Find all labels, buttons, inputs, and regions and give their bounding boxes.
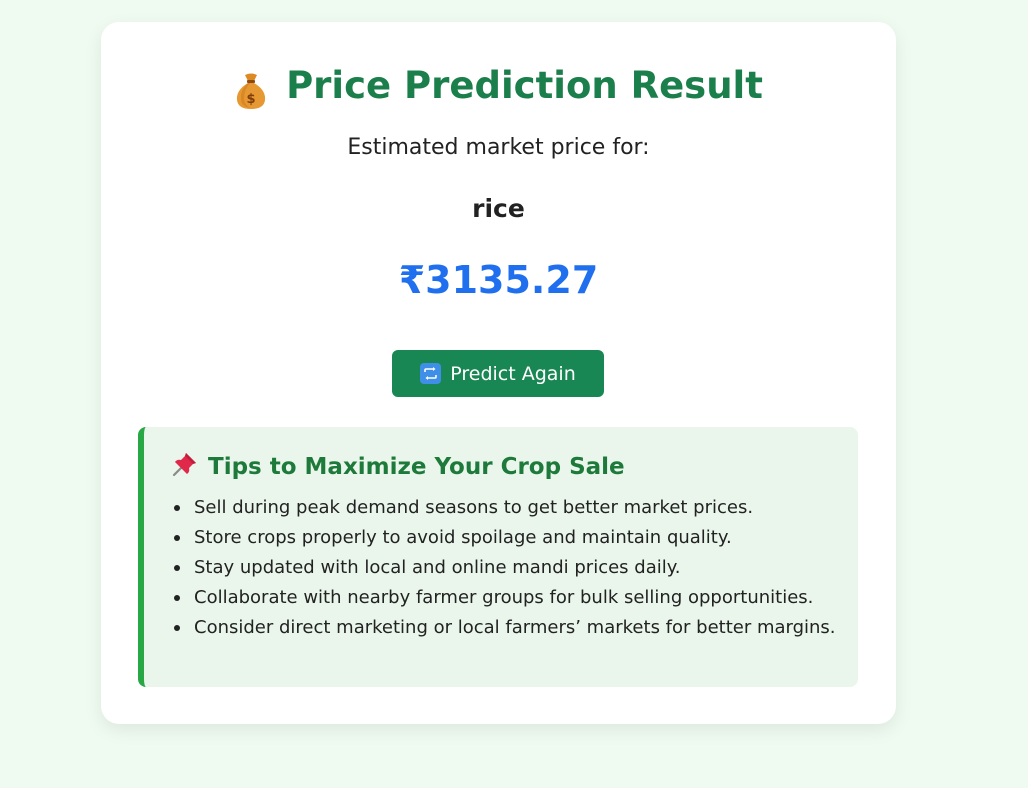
svg-text:$: $ [247,92,256,107]
tips-panel: Tips to Maximize Your Crop Sale Sell dur… [138,427,858,687]
estimate-label: Estimated market price for: [347,135,650,160]
predicted-price: ₹3135.27 [398,258,599,302]
repeat-arrows-icon [420,363,442,384]
tip-item: Store crops properly to avoid spoilage a… [172,523,836,553]
crop-name: rice [472,194,525,223]
tips-heading: Tips to Maximize Your Crop Sale [172,451,625,486]
tips-list: Sell during peak demand seasons to get b… [172,493,836,643]
money-bag-icon: $ [234,65,268,113]
tips-heading-text: Tips to Maximize Your Crop Sale [208,454,625,480]
tip-item: Collaborate with nearby farmer groups fo… [172,583,836,613]
tip-item: Sell during peak demand seasons to get b… [172,493,836,523]
predict-again-button[interactable]: Predict Again [392,350,604,397]
tip-item: Stay updated with local and online mandi… [172,553,836,583]
tip-item: Consider direct marketing or local farme… [172,613,836,643]
page-title-text: Price Prediction Result [286,64,763,107]
pushpin-icon [172,451,198,486]
result-card: $ Price Prediction Result Estimated mark… [101,22,896,724]
page-title: $ Price Prediction Result [101,62,896,113]
predict-again-label: Predict Again [450,362,576,385]
